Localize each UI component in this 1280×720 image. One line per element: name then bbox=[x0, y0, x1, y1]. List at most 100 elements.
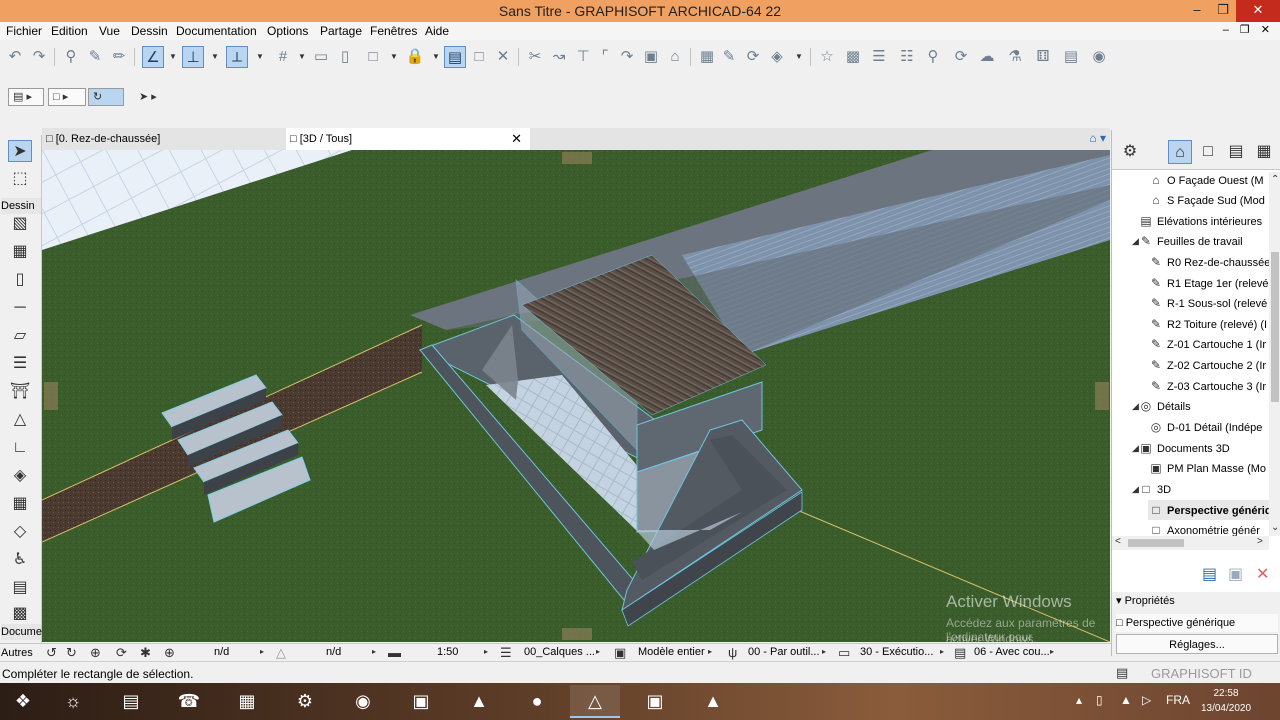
group-icon[interactable]: ▦ bbox=[696, 46, 718, 68]
scroll-right-icon[interactable]: > bbox=[1257, 536, 1263, 547]
navigator-vertical-scrollbar[interactable]: ⌃ ⌄ bbox=[1269, 172, 1280, 536]
skylight-icon[interactable]: ◇ bbox=[8, 521, 32, 543]
railing-icon[interactable]: ⛩ bbox=[8, 381, 32, 403]
nav-item[interactable]: ◎ D-01 Détail (Indépe bbox=[1148, 417, 1269, 437]
menu-partage[interactable]: Partage bbox=[320, 24, 362, 38]
undo-icon[interactable]: ↶ bbox=[4, 46, 26, 68]
view-map-icon[interactable]: □ bbox=[1196, 140, 1220, 164]
curtain-wall-icon[interactable]: ▦ bbox=[8, 493, 32, 515]
menu-options[interactable]: Options bbox=[267, 24, 308, 38]
chevron-down-icon[interactable]: ▼ bbox=[795, 52, 803, 61]
door-icon[interactable]: ▦ bbox=[8, 241, 32, 263]
project-map-icon[interactable]: ⌂ bbox=[1168, 140, 1192, 164]
chevron-down-icon[interactable]: ▼ bbox=[298, 52, 306, 61]
beam-icon[interactable]: ─ bbox=[8, 297, 32, 319]
volume-icon[interactable]: ▷ bbox=[1142, 693, 1151, 707]
dropdown-arrow-icon[interactable]: ▸ bbox=[596, 647, 600, 656]
dropdown-arrow-icon[interactable]: ▸ bbox=[484, 647, 488, 656]
marquee-icon[interactable]: ⬚ bbox=[8, 168, 32, 190]
markup-icon[interactable]: ▤ bbox=[444, 46, 466, 68]
zone-icon[interactable]: ▤ bbox=[8, 577, 32, 599]
scale-value[interactable]: 1:50 bbox=[437, 646, 458, 658]
clock[interactable]: 22:58 13/04/2020 bbox=[1196, 686, 1256, 716]
archicad-icon[interactable]: △ bbox=[570, 685, 620, 718]
properties-header[interactable]: ▾ Propriétés bbox=[1112, 592, 1280, 610]
chevron-down-icon[interactable]: ▼ bbox=[432, 52, 440, 61]
mesh-icon[interactable]: ▩ bbox=[8, 603, 32, 625]
settings-button[interactable]: Réglages... bbox=[1116, 634, 1278, 654]
column-icon[interactable]: ▯ bbox=[8, 269, 32, 291]
suspend-groups-icon[interactable]: ▭ bbox=[310, 46, 332, 68]
app-icon[interactable]: ▲ bbox=[454, 685, 504, 718]
search-icon[interactable]: ⚲ bbox=[922, 46, 944, 68]
nav-folder-documents-3d[interactable]: ▣ Documents 3D bbox=[1138, 438, 1269, 458]
pen-set[interactable]: 00 - Par outil... bbox=[748, 646, 820, 658]
navigator-mode-icon[interactable]: ⚙ bbox=[1118, 140, 1142, 164]
chevron-down-icon[interactable]: ▼ bbox=[256, 52, 264, 61]
pencil-settings-icon[interactable]: ✎ bbox=[718, 46, 740, 68]
orbit-icon[interactable]: ⟳ bbox=[116, 645, 127, 661]
message-icon[interactable]: ▤ bbox=[1116, 665, 1128, 681]
navigator-horizontal-scrollbar[interactable]: < > bbox=[1112, 536, 1269, 550]
nav-folder-details[interactable]: ◎ Détails bbox=[1138, 396, 1269, 416]
wifi-icon[interactable]: ▲ bbox=[1120, 693, 1132, 707]
dropdown-arrow-icon[interactable]: ▸ bbox=[708, 647, 712, 656]
redo-icon[interactable]: ↷ bbox=[28, 46, 50, 68]
layer-icon[interactable]: □ bbox=[362, 46, 384, 68]
scroll-left-icon[interactable]: < bbox=[1115, 536, 1121, 547]
roof-icon[interactable]: ⌂ bbox=[664, 46, 686, 68]
nav-item[interactable]: ✎ R2 Toiture (relevé) (I bbox=[1148, 314, 1269, 334]
nav-folder-feuilles[interactable]: ✎ Feuilles de travail bbox=[1138, 231, 1269, 251]
teamwork-icon[interactable]: ⚅ bbox=[1032, 46, 1054, 68]
view-options-icon[interactable]: ⌂ ▾ bbox=[1089, 131, 1106, 145]
chevron-down-icon[interactable]: ▼ bbox=[169, 52, 177, 61]
snap-guides-icon[interactable]: ⊥ bbox=[182, 46, 204, 68]
graphisoft-id[interactable]: GRAPHISOFT ID bbox=[1151, 666, 1252, 681]
scroll-thumb[interactable] bbox=[1128, 539, 1184, 547]
bim-components-icon[interactable]: ◉ bbox=[1088, 46, 1110, 68]
inject-icon[interactable]: ✏ bbox=[108, 46, 130, 68]
close-icon[interactable]: ✕ bbox=[1236, 0, 1280, 22]
zoom-fit-icon[interactable]: ⊕ bbox=[164, 645, 175, 661]
nav-item[interactable]: ✎ Z-01 Cartouche 1 (Ir bbox=[1148, 334, 1269, 354]
model-view-option[interactable]: Modèle entier bbox=[638, 646, 705, 658]
internet-explorer-icon[interactable]: ☼ bbox=[48, 685, 98, 718]
new-view-icon[interactable]: ▣ bbox=[1228, 564, 1243, 584]
lock-icon[interactable]: 🔒 bbox=[404, 46, 426, 68]
nav-item[interactable]: ▤ Elévations intérieures bbox=[1138, 211, 1269, 231]
view-3d-icon[interactable]: ◈ bbox=[766, 46, 788, 68]
publisher-icon[interactable]: ▦ bbox=[1252, 140, 1276, 164]
object-icon[interactable]: ♿ bbox=[8, 549, 32, 571]
book-icon[interactable]: ☷ bbox=[896, 46, 918, 68]
scroll-thumb[interactable] bbox=[1271, 252, 1279, 402]
windows-start-icon[interactable]: ❖ bbox=[0, 685, 46, 718]
dimension-icon[interactable]: □ bbox=[468, 46, 490, 68]
dropdown-arrow-icon[interactable]: ▸ bbox=[260, 647, 264, 656]
chevron-down-icon[interactable]: ▼ bbox=[390, 52, 398, 61]
file-explorer-icon[interactable]: ▤ bbox=[106, 685, 156, 718]
nav-item[interactable]: ⌂ S Façade Sud (Mod bbox=[1148, 190, 1269, 210]
dropdown-arrow-icon[interactable]: ▸ bbox=[372, 647, 376, 656]
nav-item[interactable]: ▣ PM Plan Masse (Mo bbox=[1148, 458, 1269, 478]
scroll-up-icon[interactable]: ⌃ bbox=[1271, 174, 1279, 185]
powerpoint-icon[interactable]: ▣ bbox=[396, 685, 446, 718]
dropdown-arrow-icon[interactable]: ▸ bbox=[822, 647, 826, 656]
walk-icon[interactable]: ✱ bbox=[140, 645, 151, 661]
favorites-icon[interactable]: ☆ bbox=[816, 46, 838, 68]
rotate-tool-icon[interactable]: ↻ bbox=[88, 88, 124, 106]
wall-icon[interactable]: ▧ bbox=[8, 213, 32, 235]
layer-combination[interactable]: 00_Calques ... bbox=[524, 646, 595, 658]
adjust-icon[interactable]: ↝ bbox=[548, 46, 570, 68]
snap-points-icon[interactable]: ⟂ bbox=[226, 46, 248, 68]
mdi-window-controls[interactable]: – ❐ ✕ bbox=[1223, 23, 1274, 36]
rotate-3d-icon[interactable]: ⟳ bbox=[742, 46, 764, 68]
nav-item-selected[interactable]: □ Perspective génériq bbox=[1148, 500, 1269, 520]
grid-snap-icon[interactable]: # bbox=[272, 46, 294, 68]
open-view-icon[interactable]: ▤ bbox=[1202, 564, 1217, 584]
chevron-down-icon[interactable]: ▼ bbox=[211, 52, 219, 61]
delete-view-icon[interactable]: ✕ bbox=[1256, 564, 1269, 584]
refresh-icon[interactable]: ⟳ bbox=[950, 46, 972, 68]
menu-vue[interactable]: Vue bbox=[99, 24, 120, 38]
zoom-icon[interactable]: ⊕ bbox=[90, 645, 101, 661]
network-icon[interactable]: ▯ bbox=[1096, 693, 1103, 707]
